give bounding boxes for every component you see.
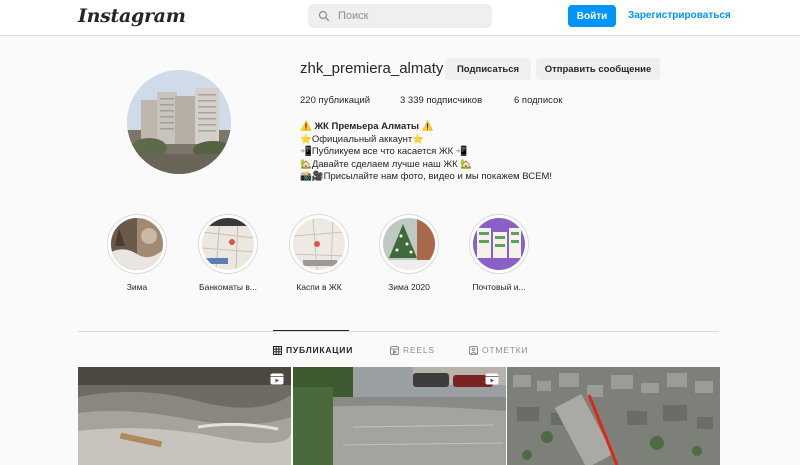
posts-count: 220 публикаций [300,95,371,106]
highlight-label: Зима 2020 [388,282,430,292]
tab-tagged[interactable]: ОТМЕТКИ [469,345,528,355]
instagram-logo[interactable]: Instagram [78,5,186,27]
search-input[interactable] [338,10,478,22]
highlight-label: Почтовый и... [472,282,526,292]
follow-button[interactable]: Подписаться [445,58,531,80]
highlight-thumbnail [202,218,254,270]
profile-username: zhk_premiera_almaty [300,60,444,77]
search-box[interactable] [308,4,492,28]
video-icon [270,373,284,385]
followers-count[interactable]: 3 339 подписчиков [400,95,482,106]
highlight-thumbnail [111,218,163,270]
highlight-zima-2020[interactable]: Зима 2020 [374,214,444,292]
highlight-thumbnail [293,218,345,270]
profile-bio: ⚠️ ЖК Премьера Алматы ⚠️ ⭐Официальный ак… [300,121,552,184]
highlight-pochtovy[interactable]: Почтовый и... [464,214,534,292]
tab-label: REELS [403,345,435,355]
tab-posts[interactable]: ПУБЛИКАЦИИ [273,345,353,355]
send-message-button[interactable]: Отправить сообщение [536,58,660,80]
tagged-icon [469,345,478,355]
reels-icon [390,345,399,355]
register-link[interactable]: Зарегистрироваться [628,10,731,21]
bio-line: 🏡Давайте сделаем лучше наш ЖК 🏡 [300,158,473,170]
tabs-divider [78,331,719,332]
bio-line: ⭐Официальный аккаунт⭐ [300,133,425,145]
profile-avatar[interactable] [127,70,231,174]
highlight-label: Зима [126,282,148,292]
tab-label: ПУБЛИКАЦИИ [286,345,354,355]
tab-reels[interactable]: REELS [390,345,435,355]
highlight-label: Каспи в ЖК [296,282,342,292]
highlight-ring [379,214,439,274]
bio-line: 📲Публикуем все что касается ЖК 📲 [300,146,468,157]
following-count[interactable]: 6 подписок [514,95,562,106]
highlight-ring [289,214,349,274]
highlight-ring [107,214,167,274]
highlight-kaspi[interactable]: Каспи в ЖК [284,214,354,292]
post-thumbnail[interactable] [507,367,720,465]
highlight-bankomaty[interactable]: Банкоматы в... [193,214,263,292]
login-button[interactable]: Войти [568,5,616,27]
active-tab-indicator [273,330,349,331]
tab-label: ОТМЕТКИ [482,345,529,355]
highlight-label: Банкоматы в... [199,282,257,292]
highlight-zima[interactable]: Зима [102,214,172,292]
top-navbar: Instagram Войти Зарегистрироваться [0,0,800,36]
post-thumbnail[interactable] [78,367,291,465]
highlight-thumbnail [383,218,435,270]
highlight-ring [469,214,529,274]
video-icon [485,373,499,385]
highlight-ring [198,214,258,274]
bio-name: ⚠️ ЖК Премьера Алматы ⚠️ [300,121,434,132]
grid-icon [273,345,282,355]
search-icon [318,10,330,22]
post-thumbnail[interactable] [293,367,506,465]
bio-line: 📸🎥Присылайте нам фото, видео и мы покаже… [300,171,553,182]
highlight-thumbnail [473,218,525,270]
